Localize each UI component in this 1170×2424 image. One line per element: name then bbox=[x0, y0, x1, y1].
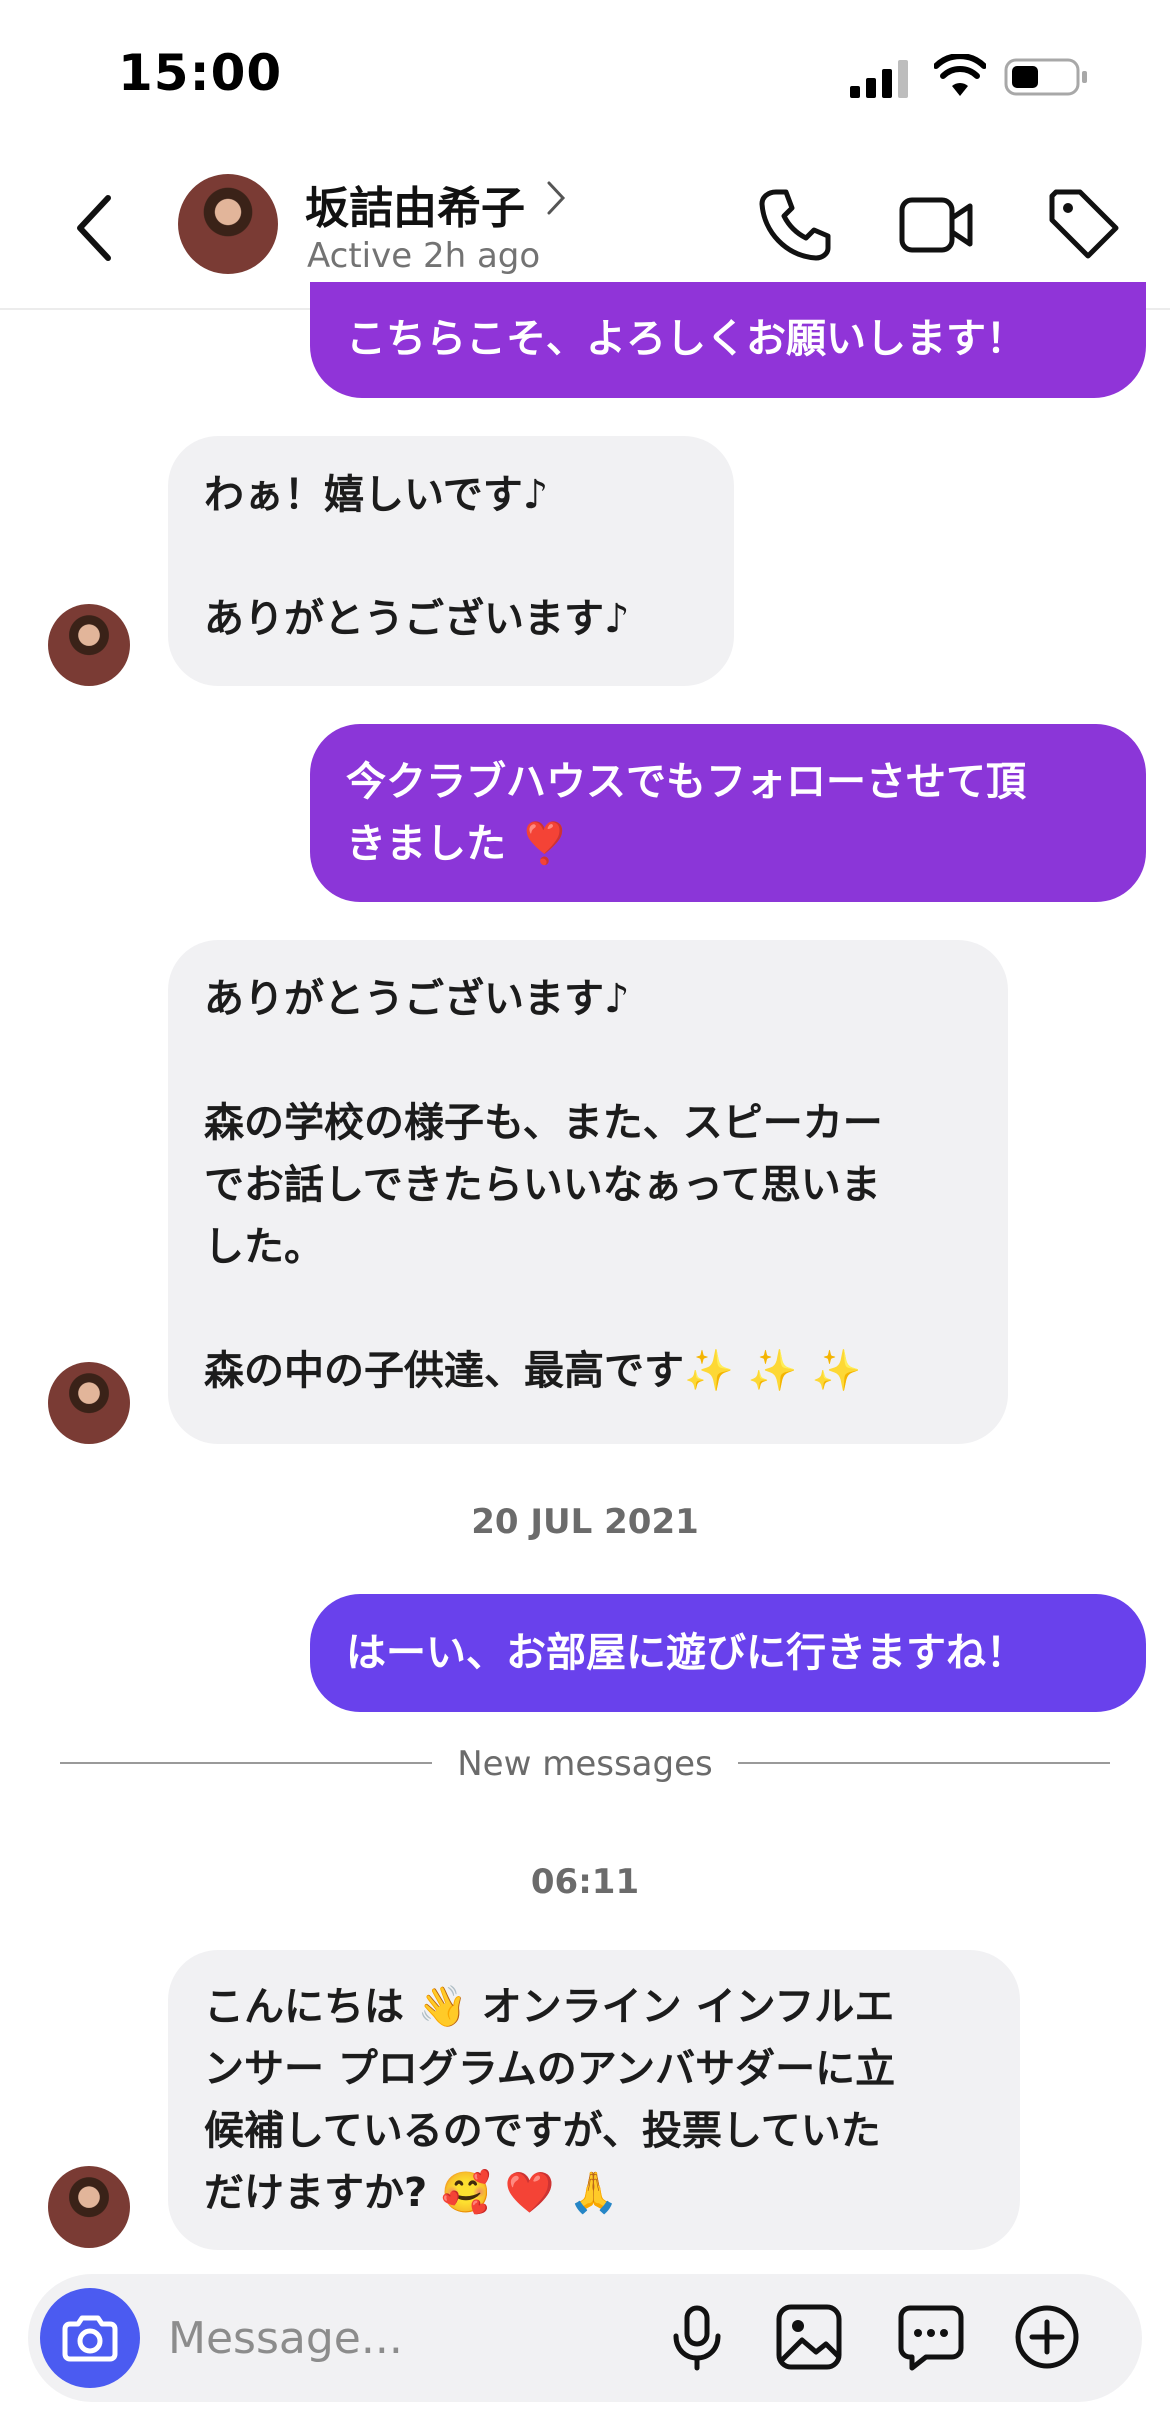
message-input[interactable] bbox=[168, 2306, 648, 2370]
sticker-chat-icon[interactable] bbox=[896, 2302, 966, 2372]
sender-avatar[interactable] bbox=[48, 2166, 130, 2248]
contact-status: Active 2h ago bbox=[307, 236, 541, 276]
battery-icon bbox=[1004, 56, 1090, 98]
date-separator: 20 JUL 2021 bbox=[471, 1502, 699, 1542]
tag-icon[interactable] bbox=[1046, 186, 1122, 262]
plus-icon[interactable] bbox=[1012, 2302, 1082, 2372]
microphone-icon[interactable] bbox=[662, 2302, 732, 2372]
new-messages-divider-right bbox=[738, 1762, 1110, 1764]
sender-avatar[interactable] bbox=[48, 1362, 130, 1444]
back-icon[interactable] bbox=[70, 190, 118, 266]
message-bubble-incoming[interactable]: わぁ！嬉しいです♪ ありがとうございます♪ bbox=[168, 436, 734, 686]
message-bubble-outgoing[interactable]: 今クラブハウスでもフォローさせて頂 きました ❣️ bbox=[310, 724, 1146, 902]
message-bubble-outgoing[interactable]: こちらこそ、よろしくお願いします！ bbox=[310, 282, 1146, 398]
status-time: 15:00 bbox=[118, 44, 283, 102]
video-icon[interactable] bbox=[898, 186, 974, 262]
camera-button[interactable] bbox=[40, 2288, 140, 2388]
time-separator: 06:11 bbox=[530, 1862, 640, 1902]
phone-icon[interactable] bbox=[756, 186, 832, 262]
sender-avatar[interactable] bbox=[48, 604, 130, 686]
message-bubble-outgoing[interactable]: はーい、お部屋に遊びに行きますね！ bbox=[310, 1594, 1146, 1712]
camera-icon bbox=[62, 2315, 118, 2362]
new-messages-label: New messages bbox=[457, 1744, 713, 1784]
wifi-icon bbox=[934, 54, 986, 98]
contact-avatar[interactable] bbox=[178, 174, 278, 274]
message-bubble-incoming[interactable]: こんにちは 👋 オンライン インフルエ ンサー プログラムのアンバサダーに立 候… bbox=[168, 1950, 1020, 2250]
gallery-icon[interactable] bbox=[774, 2302, 844, 2372]
chevron-right-icon[interactable] bbox=[546, 180, 566, 216]
cellular-signal-icon bbox=[850, 58, 912, 98]
message-bubble-incoming[interactable]: ありがとうございます♪ 森の学校の様子も、また、スピーカー でお話しできたらいい… bbox=[168, 940, 1008, 1444]
contact-name[interactable]: 坂詰由希子 bbox=[305, 172, 525, 236]
